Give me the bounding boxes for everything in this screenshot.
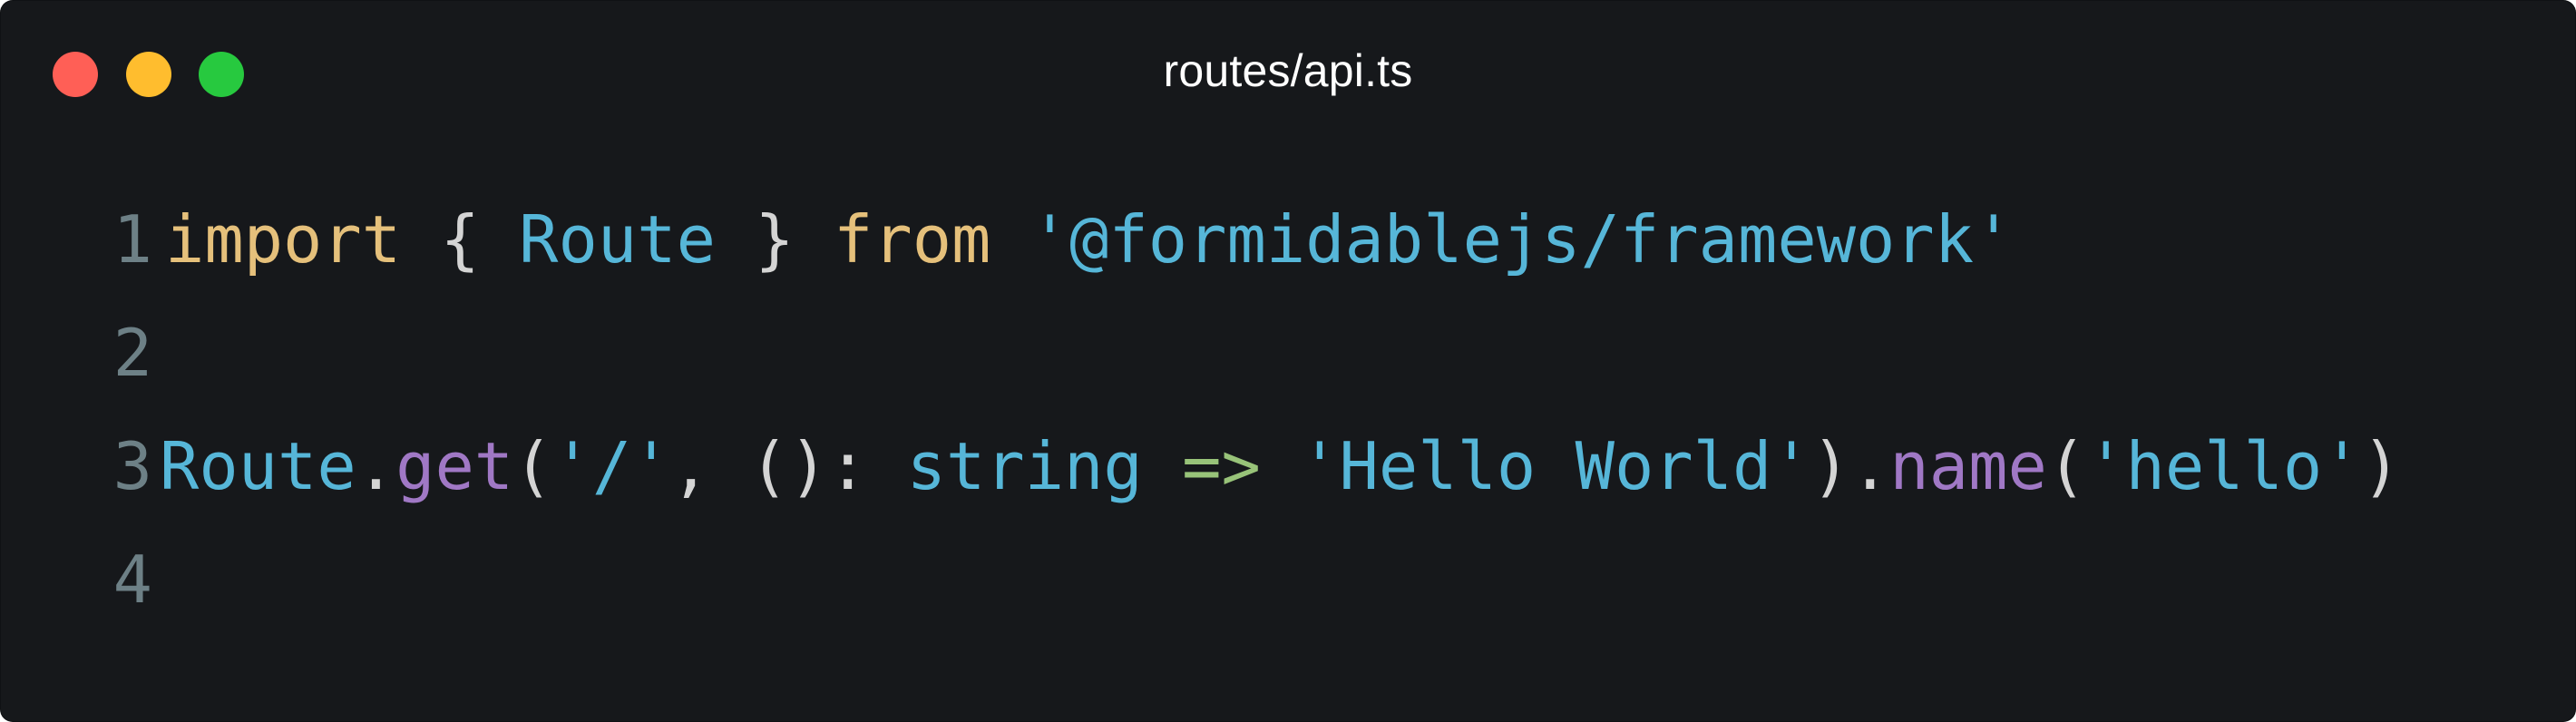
line-number: 1	[112, 201, 152, 278]
code-token-punctuation	[990, 201, 1029, 278]
code-token-punctuation: (	[2046, 428, 2087, 504]
code-token-punctuation	[480, 201, 519, 278]
code-line-content: Route.get('/', (): string => 'Hello Worl…	[160, 410, 2401, 523]
line-number: 3	[112, 428, 152, 504]
code-token-string: 'hello'	[2086, 428, 2362, 504]
code-token-string: 'Hello World'	[1300, 428, 1811, 504]
code-token-punctuation: ).	[1810, 428, 1890, 504]
code-token-punctuation: {	[440, 201, 480, 278]
code-token-punctuation	[1261, 428, 1300, 504]
code-token-punctuation	[716, 201, 755, 278]
code-token-punctuation: ,	[670, 428, 750, 504]
code-token-arrow: =>	[1182, 428, 1261, 504]
code-content[interactable]: 1 import { Route } from '@formidablejs/fr…	[0, 183, 2576, 691]
code-token-identifier: Route	[160, 428, 356, 504]
code-token-punctuation: )	[2361, 428, 2401, 504]
code-token-punctuation	[1143, 428, 1182, 504]
code-token-identifier: Route	[519, 201, 716, 278]
line-number: 2	[112, 315, 152, 391]
code-token-method: name	[1889, 428, 2047, 504]
code-token-punctuation	[795, 201, 834, 278]
code-line-content: import { Route } from '@formidablejs/fra…	[165, 183, 2013, 297]
line-number: 4	[112, 542, 152, 618]
window-titlebar: routes/api.ts	[0, 0, 2576, 145]
code-line[interactable]: 4	[0, 523, 2576, 637]
code-line[interactable]: 2	[0, 297, 2576, 410]
code-token-method: get	[395, 428, 514, 504]
code-token-punctuation: .	[356, 428, 396, 504]
code-token-string: '/'	[552, 428, 671, 504]
window-title: routes/api.ts	[1163, 45, 1413, 96]
code-editor-window: routes/api.ts 1 import { Route } from '@f…	[0, 0, 2576, 722]
code-token-punctuation: :	[827, 428, 907, 504]
code-token-punctuation: }	[755, 201, 795, 278]
code-line[interactable]: 3 Route.get('/', (): string => 'Hello Wor…	[0, 410, 2576, 523]
code-token-keyword: from	[834, 201, 991, 278]
code-token-punctuation: ()	[749, 428, 828, 504]
code-token-punctuation: (	[513, 428, 553, 504]
code-token-type: string	[906, 428, 1143, 504]
code-token-string: '@formidablejs/framework'	[1029, 201, 2014, 278]
code-token-keyword: import	[165, 201, 402, 278]
code-token-punctuation	[401, 201, 440, 278]
code-line[interactable]: 1 import { Route } from '@formidablejs/fr…	[0, 183, 2576, 297]
